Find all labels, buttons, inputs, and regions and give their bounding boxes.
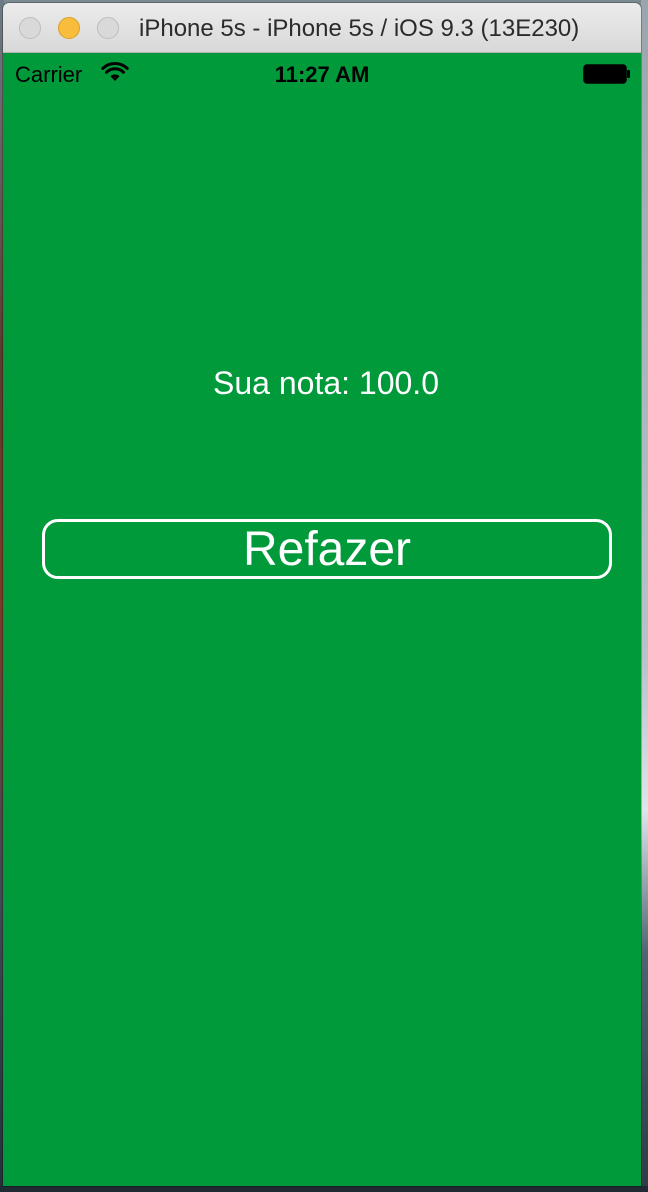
redo-button[interactable]: Refazer [42,519,612,579]
window-titlebar[interactable]: iPhone 5s - iPhone 5s / iOS 9.3 (13E230) [3,3,641,53]
desktop-background-right [641,0,648,1192]
device-screen: Carrier 11:27 AM Sua nota: 100.0 Refazer [3,53,641,1186]
battery-icon [583,64,630,84]
score-label: Sua nota: 100.0 [213,365,439,401]
simulator-window: iPhone 5s - iPhone 5s / iOS 9.3 (13E230)… [3,3,641,1186]
close-window-button[interactable] [19,17,41,39]
zoom-window-button[interactable] [97,17,119,39]
minimize-window-button[interactable] [58,17,80,39]
status-bar: Carrier 11:27 AM [3,53,641,93]
desktop-background-bottom [0,1186,648,1192]
window-title: iPhone 5s - iPhone 5s / iOS 9.3 (13E230) [139,15,580,42]
status-time: 11:27 AM [274,62,370,87]
